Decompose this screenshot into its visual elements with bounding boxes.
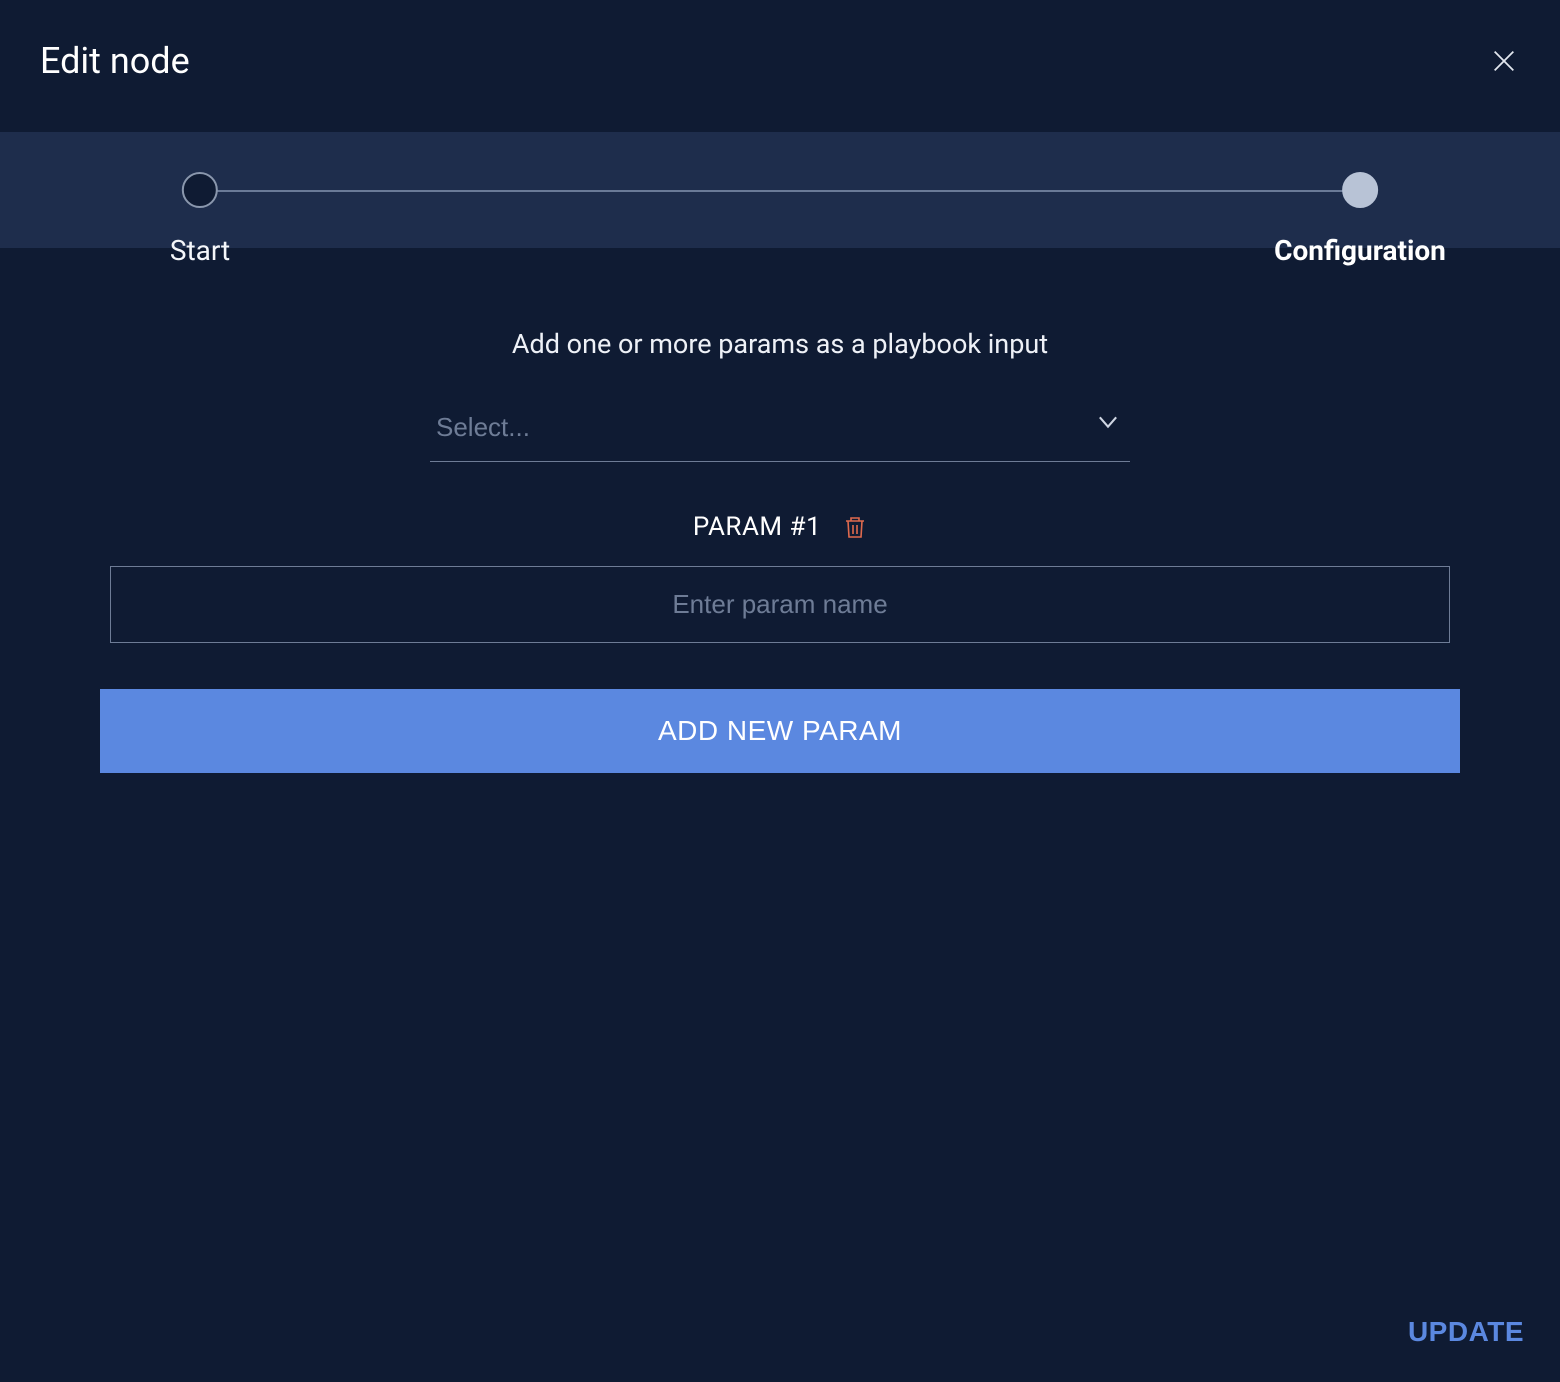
step-dot-configuration xyxy=(1342,172,1378,208)
modal-header: Edit node xyxy=(0,0,1560,132)
param-select[interactable] xyxy=(430,402,1130,462)
step-label-configuration: Configuration xyxy=(1274,234,1446,267)
modal-footer: UPDATE xyxy=(0,1296,1560,1382)
modal-content: Add one or more params as a playbook inp… xyxy=(0,248,1560,1296)
param-title: PARAM #1 xyxy=(693,512,821,542)
param-select-input[interactable] xyxy=(430,402,1130,462)
param-header: PARAM #1 xyxy=(693,512,867,542)
delete-param-button[interactable] xyxy=(843,514,867,540)
close-icon xyxy=(1490,47,1518,75)
edit-node-modal: Edit node Start Configuration Add one or… xyxy=(0,0,1560,1382)
step-dot-start xyxy=(182,172,218,208)
instruction-text: Add one or more params as a playbook inp… xyxy=(512,328,1048,360)
add-new-param-button[interactable]: ADD NEW PARAM xyxy=(100,689,1460,773)
step-start[interactable]: Start xyxy=(170,172,230,267)
param-name-input[interactable] xyxy=(110,566,1450,643)
stepper-line xyxy=(200,190,1360,192)
close-button[interactable] xyxy=(1488,45,1520,77)
update-button[interactable]: UPDATE xyxy=(1408,1316,1524,1348)
step-configuration[interactable]: Configuration xyxy=(1274,172,1446,267)
stepper: Start Configuration xyxy=(0,132,1560,248)
modal-title: Edit node xyxy=(40,40,190,82)
trash-icon xyxy=(843,514,867,540)
step-label-start: Start xyxy=(170,234,230,267)
stepper-track: Start Configuration xyxy=(200,172,1360,212)
